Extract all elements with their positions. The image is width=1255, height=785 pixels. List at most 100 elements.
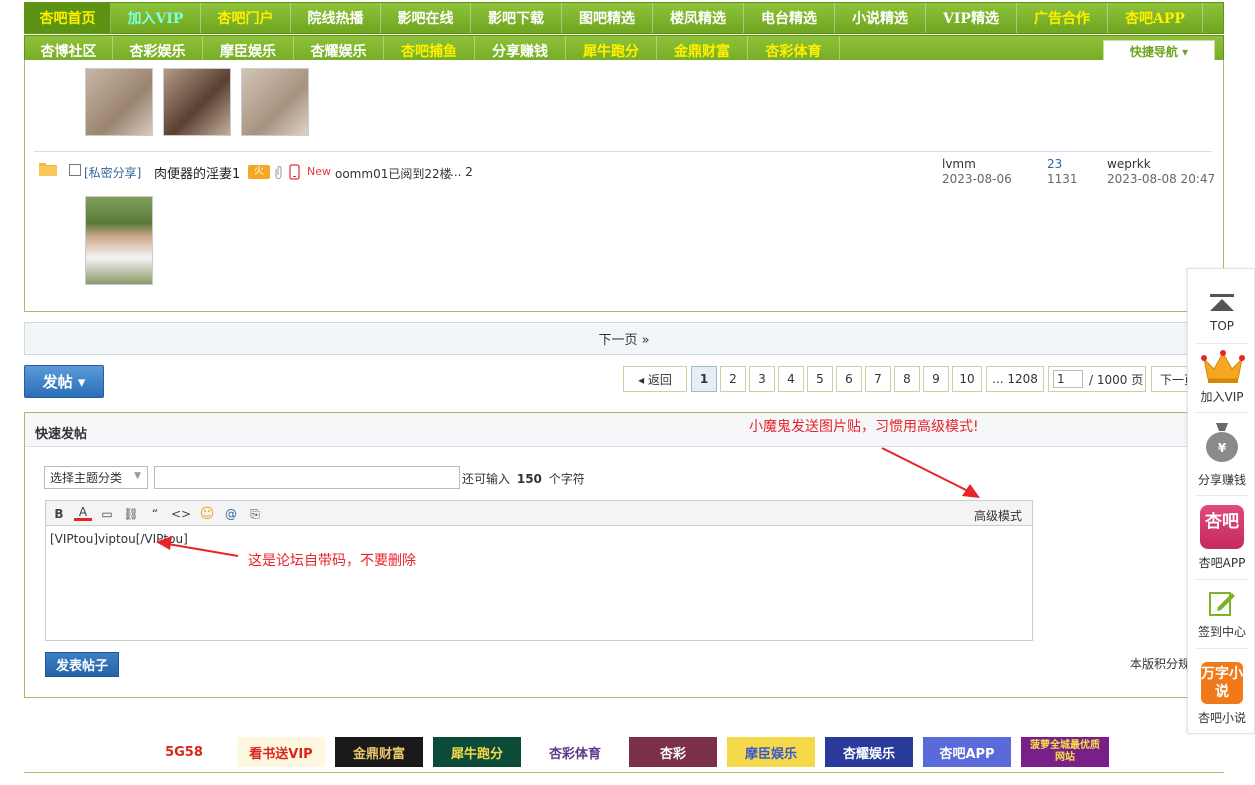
pager-page-link[interactable]: 5 <box>807 366 833 392</box>
pager-back-button[interactable]: ◂ 返回 <box>623 366 687 392</box>
app-logo-text: 杏吧 <box>1205 512 1239 532</box>
pager-page-link[interactable]: 4 <box>778 366 804 392</box>
editor-toolbar: 高级模式 B A ▭ ⛓ “ <> ☺ @ ⎘ <box>45 500 1033 526</box>
ad-banner[interactable]: 杏彩体育 <box>531 737 619 767</box>
nav1-item-1[interactable]: 加入VIP <box>111 3 201 33</box>
pager-page-link[interactable]: 6 <box>836 366 862 392</box>
ad-banner[interactable]: 5G58 <box>140 737 228 767</box>
pager-jump-input[interactable]: 1 <box>1053 370 1083 388</box>
ad-banner[interactable]: 杏吧APP <box>923 737 1011 767</box>
new-post-button[interactable]: 发帖 ▾ <box>24 365 104 398</box>
crown-icon[interactable] <box>1200 349 1246 385</box>
pager-page-link[interactable]: 2 <box>720 366 746 392</box>
quick-post-title: 快速发帖 <box>35 427 88 442</box>
char-hint-pre: 还可输入 <box>462 472 511 486</box>
font-color-icon[interactable]: A <box>74 505 92 521</box>
thread-title-link[interactable]: 肉便器的淫妻1 <box>154 163 240 182</box>
mention-icon[interactable]: @ <box>222 505 240 523</box>
thread-replies[interactable]: 23 <box>1047 157 1062 171</box>
thread-type-select[interactable]: 选择主题分类 ▼ <box>44 466 148 489</box>
nav1-item-7[interactable]: 楼凤精选 <box>653 3 744 33</box>
money-bag-icon[interactable]: ¥ <box>1203 419 1241 463</box>
sidebar-label-top[interactable]: TOP <box>1188 319 1255 333</box>
mobile-icon <box>289 164 300 180</box>
annotation-arrow-icon <box>881 447 980 498</box>
emoji-icon[interactable]: ☺ <box>198 505 216 523</box>
annotation-arrow-icon <box>156 536 239 557</box>
quick-post-header: 快速发帖 <box>25 413 1223 447</box>
ad-banner[interactable]: 金鼎财富 <box>335 737 423 767</box>
checkin-icon[interactable] <box>1208 589 1236 617</box>
subject-input[interactable] <box>154 466 460 489</box>
sidebar-label-share[interactable]: 分享赚钱 <box>1188 471 1255 488</box>
link-icon[interactable]: ⛓ <box>122 505 140 523</box>
svg-text:¥: ¥ <box>1218 441 1227 455</box>
char-hint-post: 个字符 <box>548 472 585 486</box>
floating-sidebar: TOP 加入VIP ¥ 分享赚钱 杏吧 杏吧APP 签到中心 万字小说 杏吧小说 <box>1187 268 1255 734</box>
pager-page-link[interactable]: 3 <box>749 366 775 392</box>
nav1-item-5[interactable]: 影吧下载 <box>471 3 562 33</box>
thread-thumbnail[interactable] <box>85 68 153 136</box>
novel-icon[interactable]: 万字小说 <box>1201 662 1243 704</box>
thread-date: 2023-08-06 <box>942 172 1012 186</box>
sidebar-label-checkin[interactable]: 签到中心 <box>1188 623 1255 640</box>
pager-page-link[interactable]: 10 <box>952 366 982 392</box>
main-nav: 杏吧首页 加入VIP 杏吧门户 院线热播 影吧在线 影吧下载 图吧精选 楼凤精选 电台精选 小说精… <box>24 2 1224 34</box>
nav1-item-0[interactable]: 杏吧首页 <box>25 3 111 33</box>
thread-list <box>24 60 1224 312</box>
thread-thumbnail[interactable] <box>85 196 153 285</box>
ad-banner[interactable]: 菠萝全城最优质网站 <box>1021 737 1109 767</box>
quick-nav-button[interactable]: 快捷导航 ▾ <box>1103 40 1215 62</box>
annotation-advanced-mode: 小魔鬼发送图片贴，习惯用高级模式! <box>749 419 979 435</box>
submit-post-button[interactable]: 发表帖子 <box>45 652 119 677</box>
nav1-item-3[interactable]: 院线热播 <box>291 3 381 33</box>
ad-banner[interactable]: 摩臣娱乐 <box>727 737 815 767</box>
sidebar-label-vip[interactable]: 加入VIP <box>1188 388 1255 405</box>
next-page-label: 下一页 » <box>598 333 650 348</box>
code-icon[interactable]: <> <box>171 505 191 523</box>
row-separator <box>34 151 1212 152</box>
nav1-item-12[interactable]: 杏吧APP <box>1108 3 1203 33</box>
attachment-icon <box>275 166 282 179</box>
thread-thumbnail[interactable] <box>163 68 231 136</box>
thread-pages-link[interactable]: ... 2 <box>450 165 473 179</box>
thread-category-link[interactable]: [私密分享] <box>84 164 141 181</box>
new-label: New <box>307 165 331 178</box>
advanced-mode-link[interactable]: 高级模式 <box>974 507 1022 524</box>
pager-page-link[interactable]: 7 <box>865 366 891 392</box>
sidebar-label-app[interactable]: 杏吧APP <box>1188 554 1255 571</box>
nav1-item-9[interactable]: 小说精选 <box>835 3 926 33</box>
ad-banner[interactable]: 犀牛跑分 <box>433 737 521 767</box>
attachment-icon[interactable]: ⎘ <box>246 505 264 523</box>
nav1-item-2[interactable]: 杏吧门户 <box>201 3 291 33</box>
ad-banner[interactable]: 看书送VIP <box>237 737 325 767</box>
pager-page-link[interactable]: ... 1208 <box>986 366 1044 392</box>
ad-banner[interactable]: 杏彩 <box>629 737 717 767</box>
pager-page-link[interactable]: 9 <box>923 366 949 392</box>
pager-page-link[interactable]: 8 <box>894 366 920 392</box>
arrow-up-icon[interactable] <box>1208 293 1236 315</box>
thread-checkbox[interactable] <box>69 164 81 176</box>
thread-last-date[interactable]: 2023-08-08 20:47 <box>1107 172 1215 186</box>
bold-icon[interactable]: B <box>50 505 68 523</box>
ad-banner[interactable]: 杏耀娱乐 <box>825 737 913 767</box>
next-page-bar[interactable]: 下一页 » <box>24 322 1224 355</box>
hot-badge-icon: 火 <box>248 165 270 179</box>
pager-page-link[interactable]: 1 <box>691 366 717 392</box>
app-icon[interactable]: 杏吧 <box>1200 505 1244 549</box>
nav1-item-10[interactable]: VIP精选 <box>926 3 1017 33</box>
thread-last-user[interactable]: weprkk <box>1107 157 1151 171</box>
nav1-item-6[interactable]: 图吧精选 <box>562 3 653 33</box>
nav1-item-8[interactable]: 电台精选 <box>744 3 835 33</box>
thread-last-read[interactable]: oomm01已阅到22楼 <box>335 165 452 182</box>
thread-thumbnail[interactable] <box>241 68 309 136</box>
chevron-down-icon: ▼ <box>134 471 141 481</box>
sidebar-label-novel[interactable]: 杏吧小说 <box>1188 709 1255 726</box>
footer-divider <box>24 772 1224 773</box>
pager-total: / 1000 页 <box>1089 372 1144 387</box>
nav1-item-4[interactable]: 影吧在线 <box>381 3 471 33</box>
image-icon[interactable]: ▭ <box>98 505 116 523</box>
quote-icon[interactable]: “ <box>146 505 164 523</box>
thread-author[interactable]: lvmm <box>942 157 976 171</box>
nav1-item-11[interactable]: 广告合作 <box>1017 3 1108 33</box>
